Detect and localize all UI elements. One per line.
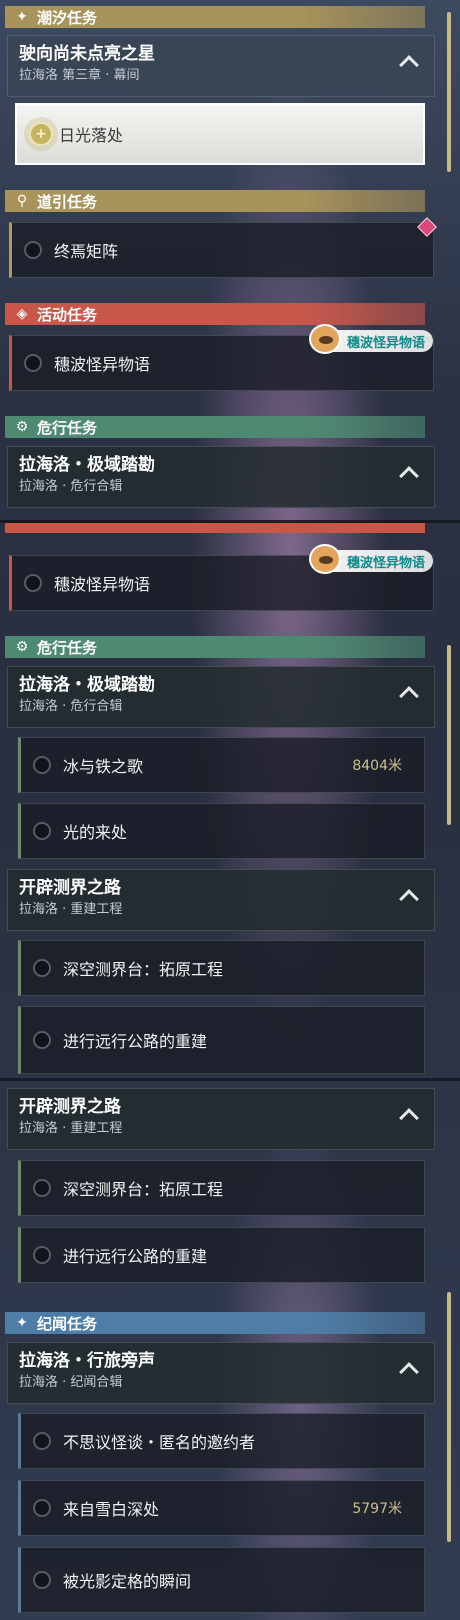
quest-group-title: 拉海洛・极域踏勘 bbox=[19, 675, 155, 695]
quest-item[interactable]: 终焉矩阵 bbox=[9, 222, 434, 278]
quest-group-main[interactable]: 驶向尚未点亮之星 拉海洛 第三章 · 幕间 bbox=[7, 35, 435, 97]
mascot-icon bbox=[309, 324, 341, 354]
section-header-danger: ⚙ 危行任务 bbox=[5, 416, 425, 438]
scrollbar[interactable] bbox=[447, 645, 451, 825]
danger-gear-icon: ⚙ bbox=[15, 419, 29, 435]
badge-label: 穗波怪异物语 bbox=[347, 335, 426, 351]
quest-group-subtitle: 拉海洛 第三章 · 幕间 bbox=[19, 68, 140, 83]
quest-item-label: 深空测界台：拓原工程 bbox=[63, 960, 224, 979]
section-label: 道引任务 bbox=[37, 192, 98, 211]
status-circle bbox=[33, 756, 51, 774]
section-label: 潮汐任务 bbox=[37, 8, 98, 27]
quest-item[interactable]: 冰与铁之歌 8404米 bbox=[18, 737, 425, 793]
status-circle bbox=[33, 822, 51, 840]
section-header-lore: ✦ 纪闻任务 bbox=[5, 1312, 425, 1334]
quest-item-label: 冰与铁之歌 bbox=[63, 757, 144, 776]
section-label: 危行任务 bbox=[37, 418, 98, 437]
quest-group-title: 拉海洛・行旅旁声 bbox=[19, 1351, 155, 1371]
divider bbox=[0, 1078, 460, 1081]
quest-item[interactable]: 进行远行公路的重建 bbox=[18, 1227, 425, 1283]
quest-item-label: 穗波怪异物语 bbox=[54, 575, 151, 594]
quest-group-title: 开辟测界之路 bbox=[19, 1097, 121, 1117]
event-badge: 穗波怪异物语 bbox=[309, 544, 434, 574]
quest-item[interactable]: 来自雪白深处 5797米 bbox=[18, 1480, 425, 1536]
target-icon: + bbox=[29, 122, 53, 146]
quest-group-title: 拉海洛・极域踏勘 bbox=[19, 455, 155, 475]
quest-group-lore[interactable]: 拉海洛・行旅旁声 拉海洛 · 纪闻合辑 bbox=[7, 1342, 435, 1404]
section-label: 危行任务 bbox=[37, 638, 98, 657]
quest-item-label: 终焉矩阵 bbox=[54, 242, 119, 261]
event-icon: ◈ bbox=[16, 306, 28, 322]
section-header-event-partial bbox=[5, 523, 425, 533]
sparkle-icon: ✦ bbox=[16, 1315, 28, 1331]
status-circle bbox=[33, 959, 51, 977]
section-label: 纪闻任务 bbox=[37, 1314, 98, 1333]
distance-label: 5797米 bbox=[352, 1501, 402, 1517]
sparkle-icon: ✦ bbox=[16, 9, 28, 25]
status-circle bbox=[33, 1031, 51, 1049]
section-header-danger: ⚙ 危行任务 bbox=[5, 636, 425, 658]
quest-group-danger[interactable]: 拉海洛・极域踏勘 拉海洛 · 危行合辑 bbox=[7, 446, 435, 508]
quest-item[interactable]: 进行远行公路的重建 bbox=[18, 1006, 425, 1074]
danger-gear-icon: ⚙ bbox=[15, 639, 29, 655]
status-circle bbox=[24, 241, 42, 259]
map-pin-icon: ⚲ bbox=[16, 193, 28, 209]
quest-item[interactable]: 光的来处 bbox=[18, 803, 425, 859]
section-header-tide: ✦ 潮汐任务 bbox=[5, 6, 425, 28]
section-header-event: ◈ 活动任务 bbox=[5, 303, 425, 325]
quest-group-title: 驶向尚未点亮之星 bbox=[19, 44, 155, 64]
event-badge: 穗波怪异物语 bbox=[309, 324, 434, 354]
quest-item-label: 来自雪白深处 bbox=[63, 1500, 160, 1519]
quest-item-label: 进行远行公路的重建 bbox=[63, 1247, 208, 1266]
quest-item[interactable]: 不思议怪谈・匿名的邀约者 bbox=[18, 1413, 425, 1469]
status-circle bbox=[33, 1179, 51, 1197]
quest-item[interactable]: 被光影定格的瞬间 bbox=[18, 1547, 425, 1613]
quest-item-label: 日光落处 bbox=[59, 126, 124, 145]
status-circle bbox=[33, 1571, 51, 1589]
quest-item-active[interactable]: + 日光落处 bbox=[15, 103, 425, 165]
quest-item[interactable]: 深空测界台：拓原工程 bbox=[18, 1160, 425, 1216]
quest-group-rebuild[interactable]: 开辟测界之路 拉海洛 · 重建工程 bbox=[7, 1088, 435, 1150]
quest-group-subtitle: 拉海洛 · 危行合辑 bbox=[19, 479, 123, 494]
distance-label: 8404米 bbox=[352, 758, 402, 774]
quest-item-label: 进行远行公路的重建 bbox=[63, 1032, 208, 1051]
quest-group-subtitle: 拉海洛 · 重建工程 bbox=[19, 1121, 123, 1136]
quest-group-danger[interactable]: 拉海洛・极域踏勘 拉海洛 · 危行合辑 bbox=[7, 666, 435, 728]
quest-item-label: 不思议怪谈・匿名的邀约者 bbox=[63, 1433, 256, 1452]
quest-item[interactable]: 深空测界台：拓原工程 bbox=[18, 940, 425, 996]
quest-item-label: 穗波怪异物语 bbox=[54, 355, 151, 374]
quest-item-label: 光的来处 bbox=[63, 823, 128, 842]
badge-label: 穗波怪异物语 bbox=[347, 555, 426, 571]
quest-group-subtitle: 拉海洛 · 危行合辑 bbox=[19, 699, 123, 714]
scrollbar[interactable] bbox=[447, 12, 451, 172]
status-circle bbox=[33, 1432, 51, 1450]
quest-item-label: 被光影定格的瞬间 bbox=[63, 1572, 192, 1591]
status-circle bbox=[24, 354, 42, 372]
quest-group-subtitle: 拉海洛 · 重建工程 bbox=[19, 902, 123, 917]
quest-item-label: 深空测界台：拓原工程 bbox=[63, 1180, 224, 1199]
mascot-icon bbox=[309, 544, 341, 574]
quest-group-subtitle: 拉海洛 · 纪闻合辑 bbox=[19, 1375, 123, 1390]
quest-group-rebuild[interactable]: 开辟测界之路 拉海洛 · 重建工程 bbox=[7, 869, 435, 931]
scrollbar[interactable] bbox=[447, 1292, 451, 1542]
status-circle bbox=[24, 574, 42, 592]
section-label: 活动任务 bbox=[37, 305, 98, 324]
status-circle bbox=[33, 1499, 51, 1517]
section-header-guide: ⚲ 道引任务 bbox=[5, 190, 425, 212]
status-circle bbox=[33, 1246, 51, 1264]
quest-group-title: 开辟测界之路 bbox=[19, 878, 121, 898]
